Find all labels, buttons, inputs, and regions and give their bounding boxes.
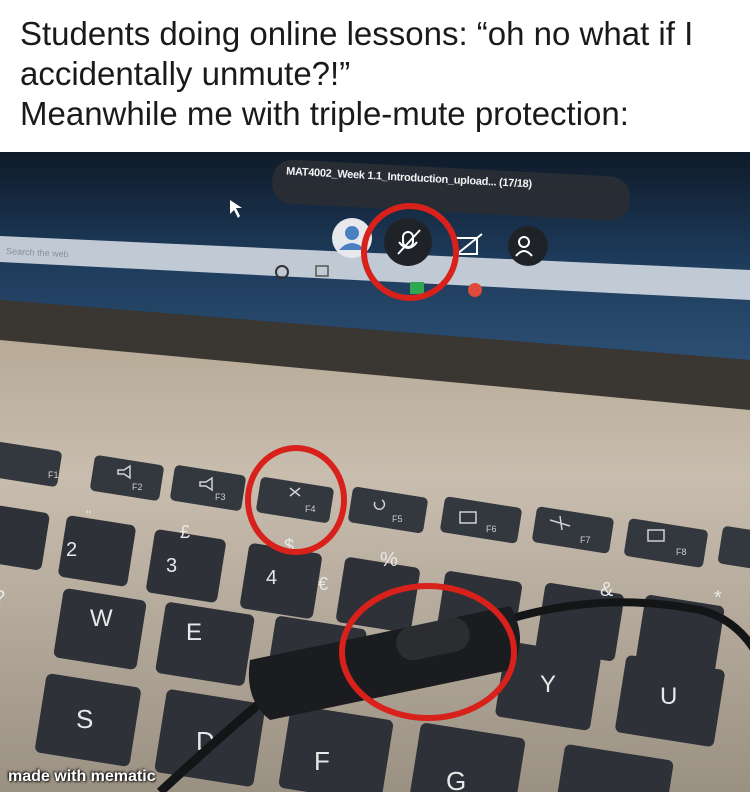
key-f4[interactable]: F4 bbox=[305, 504, 316, 514]
caption-line-3: Meanwhile me with triple-mute protection… bbox=[20, 95, 629, 132]
key-f2[interactable]: F2 bbox=[132, 482, 143, 492]
key-star[interactable]: * bbox=[714, 587, 722, 609]
mematic-watermark: made with mematic bbox=[8, 768, 156, 785]
key-e[interactable]: E bbox=[186, 619, 202, 646]
key-f8[interactable]: F8 bbox=[676, 547, 687, 557]
key-f[interactable]: F bbox=[314, 746, 330, 776]
key-y[interactable]: Y bbox=[540, 671, 556, 698]
chrome-icon bbox=[468, 283, 482, 297]
key-2[interactable]: 2 bbox=[66, 539, 77, 561]
key-quote[interactable]: " bbox=[86, 507, 91, 523]
key-question[interactable]: ? bbox=[0, 587, 5, 609]
key-percent[interactable]: % bbox=[380, 549, 398, 571]
key-w[interactable]: W bbox=[90, 605, 113, 632]
key-3[interactable]: 3 bbox=[166, 555, 177, 577]
key-f5[interactable]: F5 bbox=[392, 514, 403, 524]
key-g[interactable]: G bbox=[446, 766, 466, 792]
key-ampersand[interactable]: & bbox=[600, 579, 614, 601]
caption-line-1: Students doing online lessons: “oh no wh… bbox=[20, 15, 694, 52]
key-u[interactable]: U bbox=[660, 683, 677, 710]
key-pound[interactable]: £ bbox=[180, 522, 190, 542]
caption-line-2: accidentally unmute?!” bbox=[20, 55, 351, 92]
laptop-photo: Search the web F1 F2 F3 F4 F5 F6 F7 F8 "… bbox=[0, 152, 750, 792]
key-euro[interactable]: € bbox=[318, 574, 328, 594]
app-icon bbox=[410, 282, 424, 294]
meme-caption: Students doing online lessons: “oh no wh… bbox=[20, 14, 735, 134]
key-f6[interactable]: F6 bbox=[486, 524, 497, 534]
photo-scene: Search the web F1 F2 F3 F4 F5 F6 F7 F8 "… bbox=[0, 152, 750, 792]
key-s[interactable]: S bbox=[76, 704, 93, 734]
key-f1[interactable]: F1 bbox=[48, 470, 59, 480]
key-4[interactable]: 4 bbox=[266, 567, 277, 589]
key-f7[interactable]: F7 bbox=[580, 535, 591, 545]
key-f3[interactable]: F3 bbox=[215, 492, 226, 502]
